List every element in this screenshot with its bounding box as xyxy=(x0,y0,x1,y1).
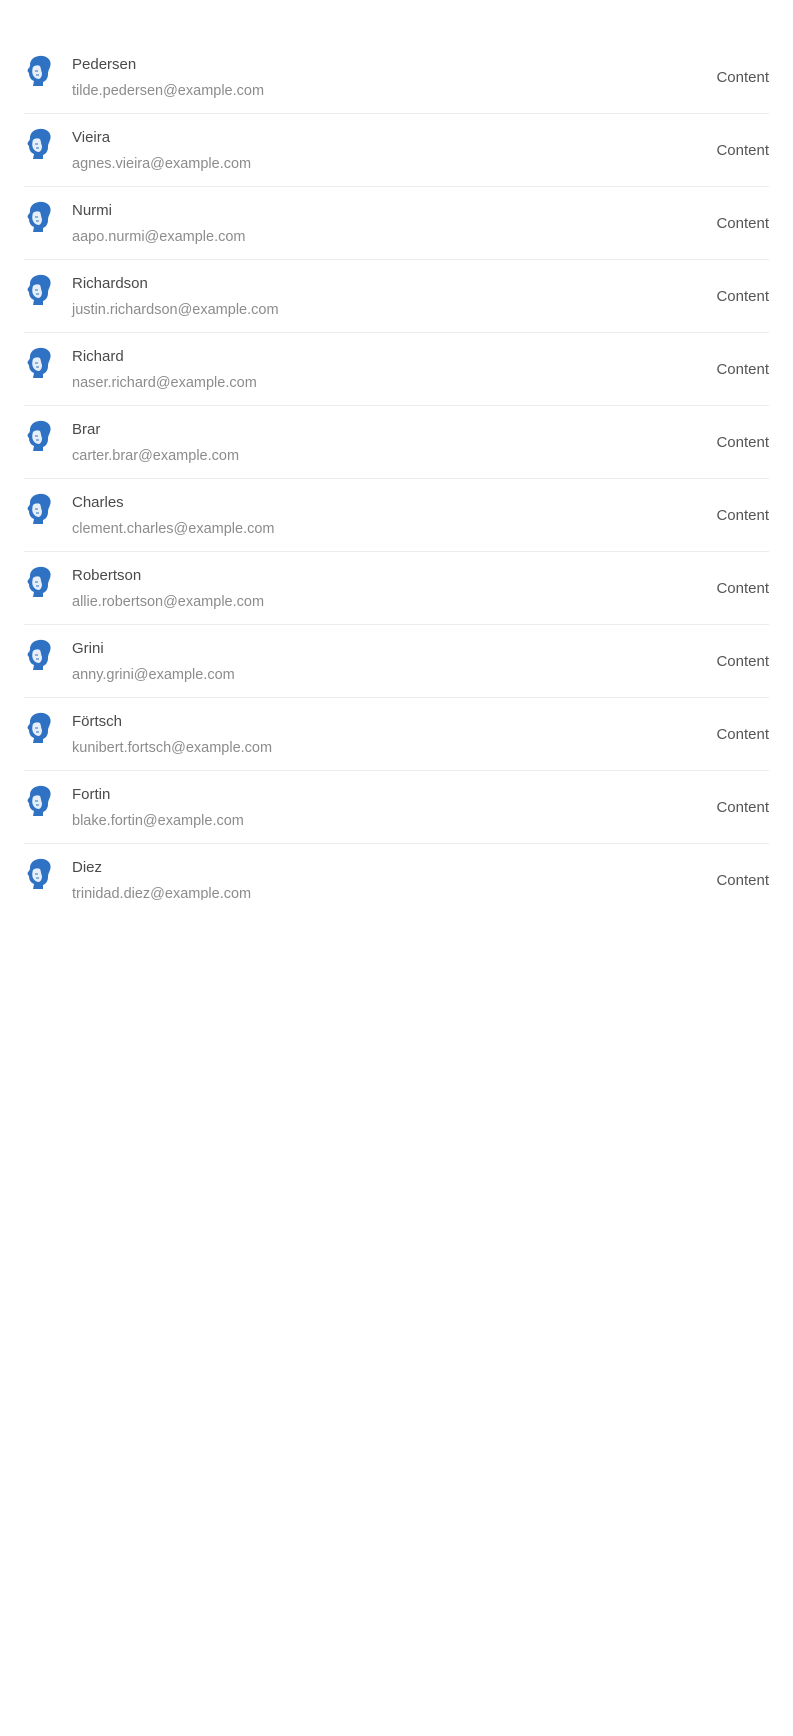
list-item[interactable]: Nurmi aapo.nurmi@example.com Content xyxy=(24,187,769,260)
content-label: Content xyxy=(716,361,769,378)
contact-list: Pedersen tilde.pedersen@example.com Cont… xyxy=(24,41,769,900)
list-item[interactable]: Vieira agnes.vieira@example.com Content xyxy=(24,114,769,187)
contact-email: clement.charles@example.com xyxy=(72,521,275,537)
contact-email: trinidad.diez@example.com xyxy=(72,886,252,900)
list-item[interactable]: Richardson justin.richardson@example.com… xyxy=(24,260,769,333)
contact-email: blake.fortin@example.com xyxy=(72,813,244,829)
contact-name: Richardson xyxy=(72,275,148,292)
male-avatar-icon xyxy=(27,712,51,743)
male-avatar-icon xyxy=(27,274,51,305)
content-label: Content xyxy=(716,580,769,597)
content-label: Content xyxy=(716,507,769,524)
contact-name: Pedersen xyxy=(72,56,137,73)
list-item[interactable]: Grini anny.grini@example.com Content xyxy=(24,625,769,698)
list-item[interactable]: Brar carter.brar@example.com Content xyxy=(24,406,769,479)
contact-email: kunibert.fortsch@example.com xyxy=(72,740,273,756)
contact-email: anny.grini@example.com xyxy=(72,667,235,683)
male-avatar-icon xyxy=(27,347,51,378)
contact-email: allie.robertson@example.com xyxy=(72,594,265,610)
content-label: Content xyxy=(716,215,769,232)
content-label: Content xyxy=(716,288,769,305)
contact-list-viewport[interactable]: Pedersen tilde.pedersen@example.com Cont… xyxy=(24,41,769,900)
male-avatar-icon xyxy=(27,858,51,889)
content-label: Content xyxy=(716,434,769,451)
male-avatar-icon xyxy=(27,566,51,597)
content-label: Content xyxy=(716,653,769,670)
contact-email: agnes.vieira@example.com xyxy=(72,156,252,172)
contact-name: Diez xyxy=(72,859,103,876)
content-label: Content xyxy=(716,799,769,816)
page: Pedersen tilde.pedersen@example.com Cont… xyxy=(0,0,793,1736)
list-item[interactable]: Diez trinidad.diez@example.com Content xyxy=(24,844,769,900)
male-avatar-icon xyxy=(27,201,51,232)
list-item[interactable]: Fortin blake.fortin@example.com Content xyxy=(24,771,769,844)
male-avatar-icon xyxy=(27,420,51,451)
contact-name: Richard xyxy=(72,348,124,365)
list-item[interactable]: Förtsch kunibert.fortsch@example.com Con… xyxy=(24,698,769,771)
content-label: Content xyxy=(716,726,769,743)
contact-name: Förtsch xyxy=(72,713,123,730)
male-avatar-icon xyxy=(27,128,51,159)
content-label: Content xyxy=(716,142,769,159)
male-avatar-icon xyxy=(27,639,51,670)
male-avatar-icon xyxy=(27,55,51,86)
contact-email: carter.brar@example.com xyxy=(72,448,240,464)
contact-email: naser.richard@example.com xyxy=(72,375,257,391)
list-item[interactable]: Richard naser.richard@example.com Conten… xyxy=(24,333,769,406)
contact-name: Grini xyxy=(72,640,104,657)
content-label: Content xyxy=(716,872,769,889)
contact-name: Charles xyxy=(72,494,124,511)
list-item[interactable]: Robertson allie.robertson@example.com Co… xyxy=(24,552,769,625)
contact-email: justin.richardson@example.com xyxy=(72,302,279,318)
contact-name: Vieira xyxy=(72,129,111,146)
contact-email: aapo.nurmi@example.com xyxy=(72,229,246,245)
list-item[interactable]: Pedersen tilde.pedersen@example.com Cont… xyxy=(24,41,769,114)
contact-email: tilde.pedersen@example.com xyxy=(72,83,265,99)
male-avatar-icon xyxy=(27,785,51,816)
contact-name: Brar xyxy=(72,421,101,438)
list-item[interactable]: Charles clement.charles@example.com Cont… xyxy=(24,479,769,552)
contact-name: Nurmi xyxy=(72,202,112,219)
male-avatar-icon xyxy=(27,493,51,524)
content-label: Content xyxy=(716,69,769,86)
contact-name: Robertson xyxy=(72,567,142,584)
contact-name: Fortin xyxy=(72,786,111,803)
